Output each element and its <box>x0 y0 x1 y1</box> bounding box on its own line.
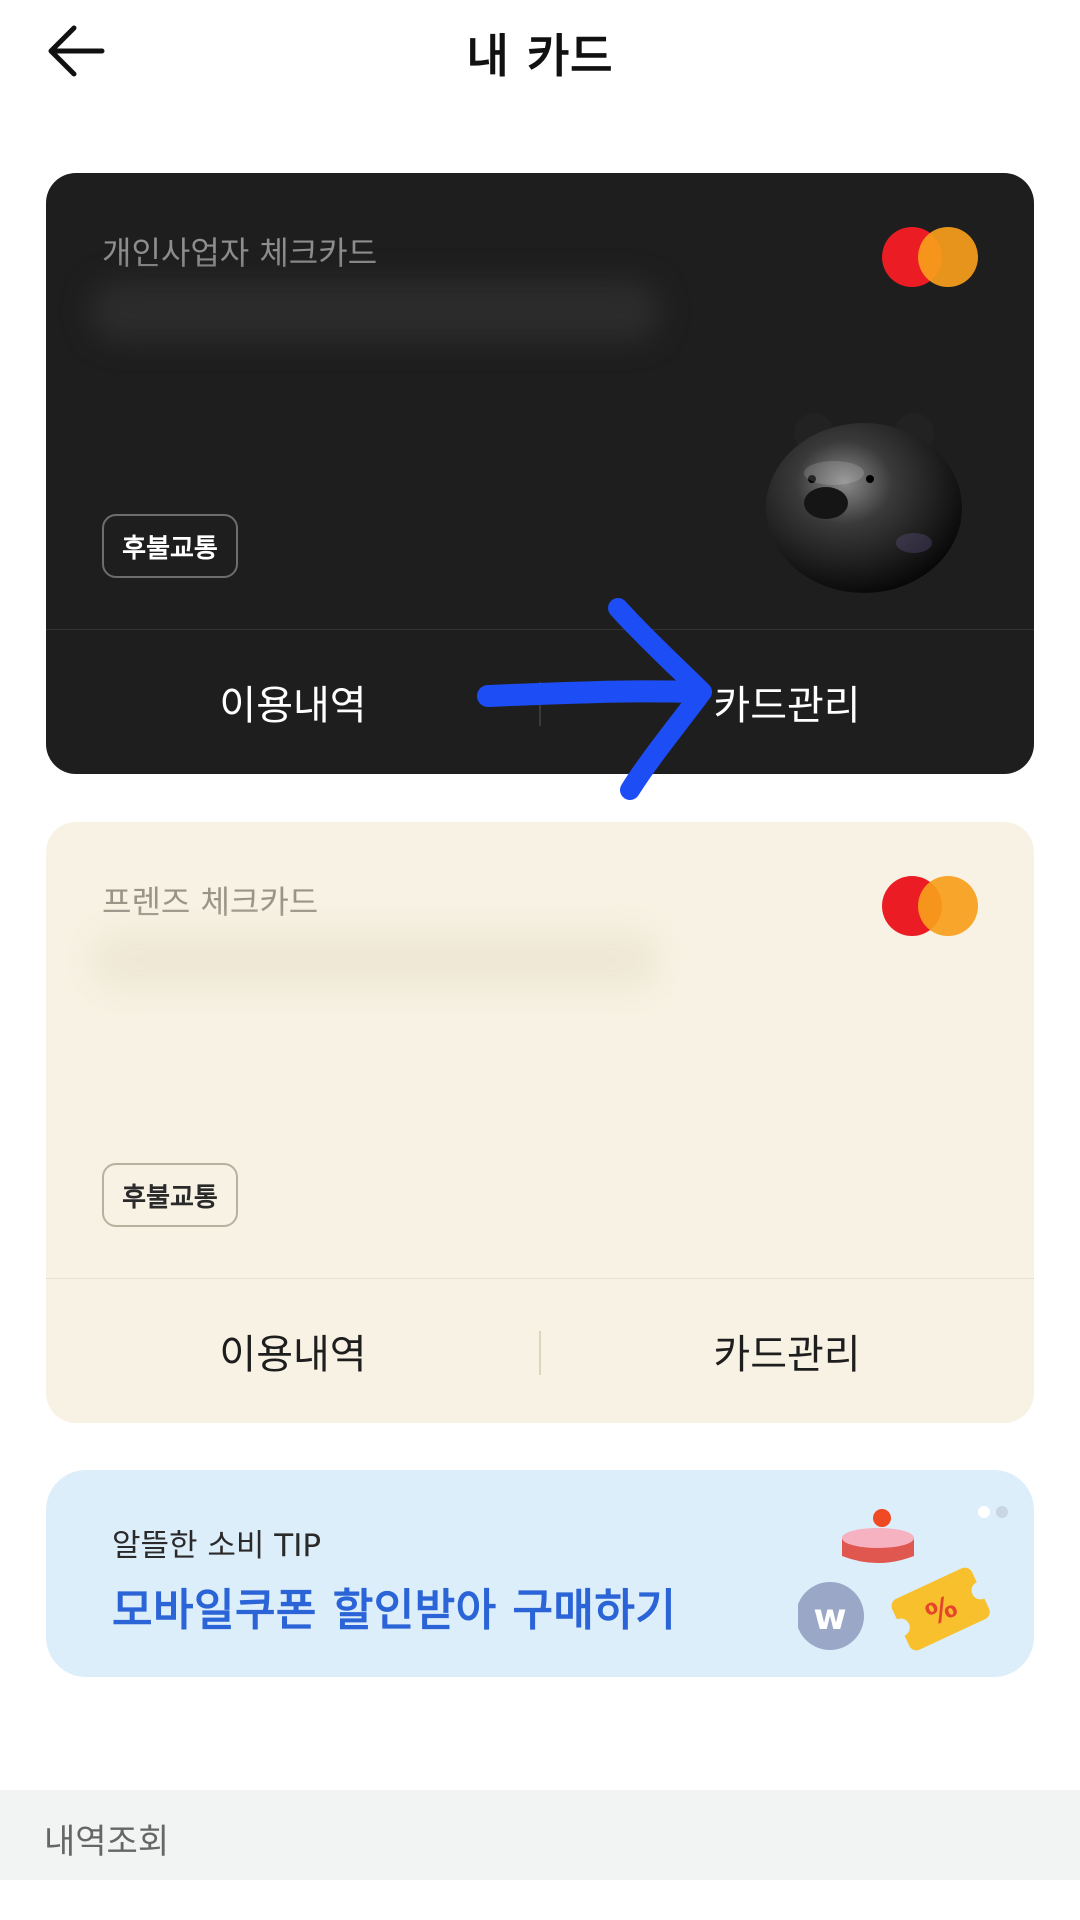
card-actions: 이용내역 카드관리 <box>46 629 1034 774</box>
card-name: 프렌즈 체크카드 <box>102 883 319 921</box>
tip-banner[interactable]: 알뜰한 소비 TIP 모바일쿠폰 할인받아 구매하기 w % <box>46 1470 1034 1677</box>
history-section-bar: 내역조회 <box>0 1790 1080 1880</box>
card-name: 개인사업자 체크카드 <box>102 234 378 272</box>
section-title: 내역조회 <box>44 1822 170 1862</box>
card-manage-button[interactable]: 카드관리 <box>540 1279 1034 1423</box>
mastercard-logo <box>882 227 978 289</box>
card-number-masked <box>90 281 660 341</box>
page-title: 내 카드 <box>466 29 614 83</box>
card-business-check[interactable]: 개인사업자 체크카드 후불교통 이용내역 카드관리 <box>46 173 1034 774</box>
usage-history-button[interactable]: 이용내역 <box>46 630 540 774</box>
card-manage-button[interactable]: 카드관리 <box>540 630 1034 774</box>
mastercard-logo <box>882 876 978 938</box>
action-divider <box>539 682 541 726</box>
card-number-masked <box>90 930 660 990</box>
card-friends-check[interactable]: 프렌즈 체크카드 후불교통 이용내역 카드관리 <box>46 822 1034 1423</box>
bear-character-icon <box>766 413 962 593</box>
transit-badge: 후불교통 <box>102 1163 238 1227</box>
coupon-illustration-icon: w % <box>798 1509 990 1651</box>
card-actions: 이용내역 카드관리 <box>46 1278 1034 1423</box>
header: 내 카드 <box>0 0 1080 110</box>
usage-history-button[interactable]: 이용내역 <box>46 1279 540 1423</box>
svg-text:w: w <box>813 1597 846 1638</box>
transit-badge: 후불교통 <box>102 514 238 578</box>
tip-label: 알뜰한 소비 TIP <box>112 1528 322 1564</box>
tip-headline: 모바일쿠폰 할인받아 구매하기 <box>112 1585 677 1636</box>
action-divider <box>539 1331 541 1375</box>
